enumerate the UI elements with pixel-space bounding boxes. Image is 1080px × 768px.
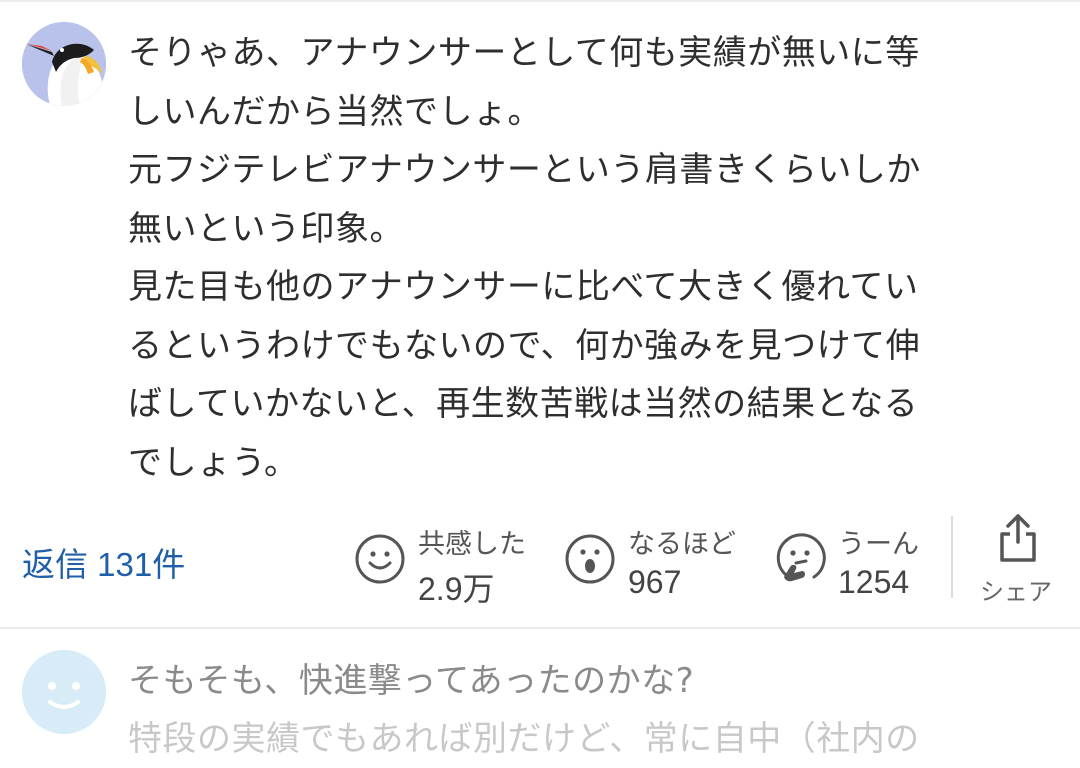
comment-line: 無いという印象。	[128, 208, 404, 249]
reaction-count: 2.9万	[418, 571, 495, 607]
comment-divider	[0, 627, 1080, 629]
comment-line: そりゃあ、アナウンサーとして何も実績が無いに等	[128, 33, 920, 73]
top-divider	[0, 0, 1080, 2]
comment-line: 特段の実績でもあれば別だけど、常に自中（社内の	[128, 719, 920, 759]
comment-line: そもそも、快進撃ってあったのかな?	[128, 661, 695, 701]
comment-line: 見た目も他のアナウンサーに比べて大きく優れてい	[128, 267, 919, 307]
penguin-icon	[22, 22, 106, 106]
reaction-label: うーん	[838, 529, 919, 560]
reaction-naruhodo-button[interactable]: なるほど 967	[564, 516, 754, 606]
default-smile-avatar[interactable]	[22, 650, 106, 734]
smile-face-icon	[355, 534, 405, 584]
comment-actions: 返信 131件 共感した 2.9万 なるほど 967 うーん 1254 シェア	[0, 510, 1080, 610]
comment-line: るというわけでもないので、何か強みを見つけて伸	[128, 325, 921, 366]
smile-avatar-icon	[22, 650, 106, 734]
share-button[interactable]: シェア	[972, 510, 1068, 610]
share-label: シェア	[980, 578, 1052, 606]
comment-text: そもそも、快進撃ってあったのかな? 特段の実績でもあれば別だけど、常に自中（社内…	[128, 652, 1058, 768]
comment-text: そりゃあ、アナウンサーとして何も実績が無いに等 しいんだから当然でしょ。 元フジ…	[128, 24, 1058, 492]
reaction-count: 967	[628, 564, 682, 600]
actions-divider	[951, 516, 953, 598]
comment-line: でしょう。	[128, 442, 299, 483]
reaction-empathy-button[interactable]: 共感した 2.9万	[354, 516, 544, 607]
penguin-avatar[interactable]	[22, 22, 106, 106]
surprised-face-icon	[565, 534, 615, 584]
share-icon	[1000, 514, 1036, 562]
comment-line: 元フジテレビアナウンサーという肩書きくらいしか	[128, 150, 921, 190]
reaction-label: 共感した	[418, 529, 526, 560]
comment-line: しいんだから当然でしょ。	[128, 91, 542, 132]
reaction-label: なるほど	[628, 529, 736, 560]
comment-line: ばしていかないと、再生数苦戦は当然の結果となる	[128, 384, 919, 424]
reaction-uun-button[interactable]: うーん 1254	[774, 516, 944, 606]
thinking-face-icon	[776, 533, 826, 582]
reply-link[interactable]: 返信 131件	[22, 538, 185, 586]
reaction-count: 1254	[838, 564, 910, 600]
